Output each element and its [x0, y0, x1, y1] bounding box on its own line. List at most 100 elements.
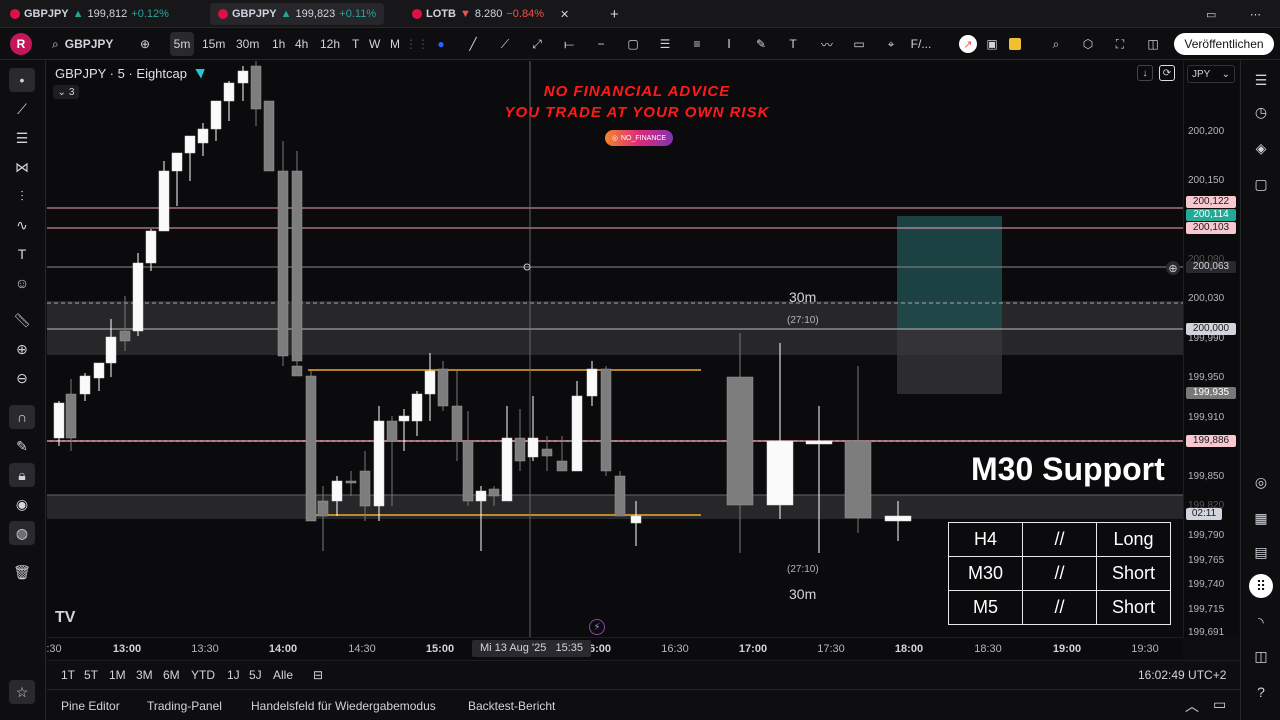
close-icon[interactable]: ✕	[560, 8, 569, 21]
top-timeframe-label: 30m	[789, 289, 817, 305]
publish-button[interactable]: Veröffentlichen	[1174, 33, 1274, 55]
range-5j[interactable]: 5J	[249, 668, 262, 682]
interval-1h[interactable]: 1h	[272, 28, 285, 60]
chevron-up-icon[interactable]: ︿	[1185, 696, 1199, 716]
tab-trading-panel[interactable]: Trading-Panel	[147, 699, 222, 713]
horizontal-line-icon[interactable]: −	[590, 28, 612, 60]
tab-1[interactable]: GBPJPY ▲ 199,812 +0.12%	[10, 3, 169, 25]
ruler-icon[interactable]: 📏︎	[9, 308, 35, 332]
layout-icon[interactable]: ▭	[1206, 3, 1216, 25]
channel-icon[interactable]: ≡	[686, 28, 708, 60]
tab-pine-editor[interactable]: Pine Editor	[61, 699, 120, 713]
lock-icon[interactable]: 🔒︎	[9, 463, 35, 487]
ray-icon[interactable]: ⟋	[494, 28, 516, 60]
range-3m[interactable]: 3M	[136, 668, 153, 682]
pin-icon[interactable]: ⌖	[880, 28, 902, 60]
tab-3[interactable]: LOTB ▼ 8.280 −0.84% ✕	[412, 3, 569, 25]
fib-tool-icon[interactable]: ☰	[9, 126, 35, 150]
calendar-icon[interactable]: ▣	[984, 28, 1000, 60]
color-swatch-icon[interactable]	[1009, 38, 1021, 50]
lightning-icon[interactable]: ⚡︎	[589, 619, 605, 635]
layers-icon[interactable]: ◈	[1249, 136, 1273, 160]
date-range-icon[interactable]: ⊟	[313, 668, 323, 682]
add-symbol-icon[interactable]: ⊕	[136, 28, 154, 60]
trendline-tool-icon[interactable]: ⟋	[9, 97, 35, 121]
path-icon[interactable]: 〰	[814, 28, 840, 60]
interval-m[interactable]: M	[390, 28, 400, 60]
symbol-search[interactable]: ⌕ GBPJPY	[52, 28, 113, 60]
tab-backtest-report[interactable]: Backtest-Bericht	[468, 699, 555, 713]
notifications-icon[interactable]: ◫	[1249, 644, 1273, 668]
brush-icon[interactable]: ✎	[750, 28, 772, 60]
rectangle-icon[interactable]: ▢	[622, 28, 644, 60]
zoom-icon[interactable]: ⌕	[1046, 28, 1066, 60]
new-tab-icon[interactable]: +	[610, 3, 619, 25]
interval-t[interactable]: T	[352, 28, 359, 60]
interval-5m[interactable]: 5m	[170, 32, 194, 56]
dot-icon[interactable]: ●	[436, 28, 446, 60]
add-alert-icon[interactable]: ⊕	[1166, 261, 1180, 275]
globe-icon[interactable]: ◍	[9, 521, 35, 545]
apps-grid-icon[interactable]: ⠿	[1249, 574, 1273, 598]
range-ytd[interactable]: YTD	[191, 668, 215, 682]
extended-line-icon[interactable]: ⤢	[526, 28, 548, 60]
pattern-tool-icon[interactable]: ⋈	[9, 155, 35, 179]
zoom-in-icon[interactable]: ⊕	[9, 337, 35, 361]
horizontal-ray-icon[interactable]: ⟝	[558, 28, 580, 60]
eye-icon[interactable]: ◉	[9, 492, 35, 516]
fullscreen-icon[interactable]: ⛶	[1110, 28, 1130, 60]
settings-icon[interactable]: ⬡	[1078, 28, 1098, 60]
price-axis[interactable]: JPY ⌄ 200,200 200,150 200,090 200,030 199…	[1166, 61, 1239, 638]
trash-icon[interactable]: 🗑︎	[9, 560, 35, 584]
maximize-icon[interactable]: ▭	[1213, 696, 1226, 713]
drag-handle-icon[interactable]: ⋮⋮	[405, 28, 429, 60]
tab-replay-trading[interactable]: Handelsfeld für Wiedergabemodus	[251, 699, 436, 713]
legend-collapse-button[interactable]: ⌄ 3	[53, 85, 79, 99]
clock[interactable]: 16:02:49 UTC+2	[1138, 668, 1226, 682]
range-1m[interactable]: 1M	[109, 668, 126, 682]
pencil-lock-icon[interactable]: ✎	[9, 434, 35, 458]
fib-icon[interactable]: ☰	[654, 28, 676, 60]
calendar-icon[interactable]: ▦	[1249, 506, 1273, 530]
range-6m[interactable]: 6M	[163, 668, 180, 682]
emoji-icon[interactable]: ☺	[9, 271, 35, 295]
currency-select[interactable]: JPY ⌄	[1187, 65, 1235, 83]
broadcast-icon[interactable]: ◝	[1249, 610, 1273, 634]
text-tool-label[interactable]: F/...	[906, 28, 936, 60]
trendline-icon[interactable]: ╱	[462, 28, 484, 60]
interval-30m[interactable]: 30m	[236, 28, 259, 60]
chat-icon[interactable]: ▢	[1249, 172, 1273, 196]
interval-15m[interactable]: 15m	[202, 28, 225, 60]
watchlist-icon[interactable]: ☰	[1249, 68, 1273, 92]
arrow-down-icon[interactable]: ↓	[1137, 65, 1153, 81]
chart-pane[interactable]: GBPJPY · 5 · Eightcap ⌄ 3 NO FINANCIAL AD…	[47, 61, 1183, 637]
zoom-out-icon[interactable]: ⊖	[9, 366, 35, 390]
interval-4h[interactable]: 4h	[295, 28, 308, 60]
avatar[interactable]: R	[10, 33, 32, 55]
camera-icon[interactable]: ◫	[1142, 28, 1164, 60]
position-tool-icon[interactable]: ⫶	[9, 184, 35, 208]
cursor-icon[interactable]: •	[9, 68, 35, 92]
tab-2[interactable]: GBPJPY ▲ 199,823 +0.11%	[210, 3, 385, 25]
more-icon[interactable]: ⋯	[1250, 3, 1261, 25]
text-tool-icon[interactable]: T	[9, 242, 35, 266]
range-5t[interactable]: 5T	[84, 668, 98, 682]
text-cursor-icon[interactable]: Ⅰ	[718, 28, 740, 60]
text-icon[interactable]: T	[782, 28, 804, 60]
sync-icon[interactable]: ⟳	[1159, 65, 1175, 81]
range-1j[interactable]: 1J	[227, 668, 240, 682]
interval-w[interactable]: W	[369, 28, 380, 60]
interval-12h[interactable]: 12h	[320, 28, 340, 60]
notes-icon[interactable]: ▤	[1249, 540, 1273, 564]
help-icon[interactable]: ?	[1249, 680, 1273, 704]
brush-tool-icon[interactable]: ∿	[9, 213, 35, 237]
favorites-star-icon[interactable]: ☆	[9, 680, 35, 704]
magnet-icon[interactable]: ∩	[9, 405, 35, 429]
range-1t[interactable]: 1T	[61, 668, 75, 682]
trend-icon[interactable]: ↗	[959, 35, 977, 53]
range-alle[interactable]: Alle	[273, 668, 293, 682]
time-axis[interactable]: :30 13:00 13:30 14:00 14:30 15:00 6:00 1…	[46, 637, 1183, 659]
alerts-clock-icon[interactable]: ◷	[1249, 100, 1273, 124]
comment-icon[interactable]: ▭	[848, 28, 870, 60]
target-icon[interactable]: ◎	[1249, 470, 1273, 494]
